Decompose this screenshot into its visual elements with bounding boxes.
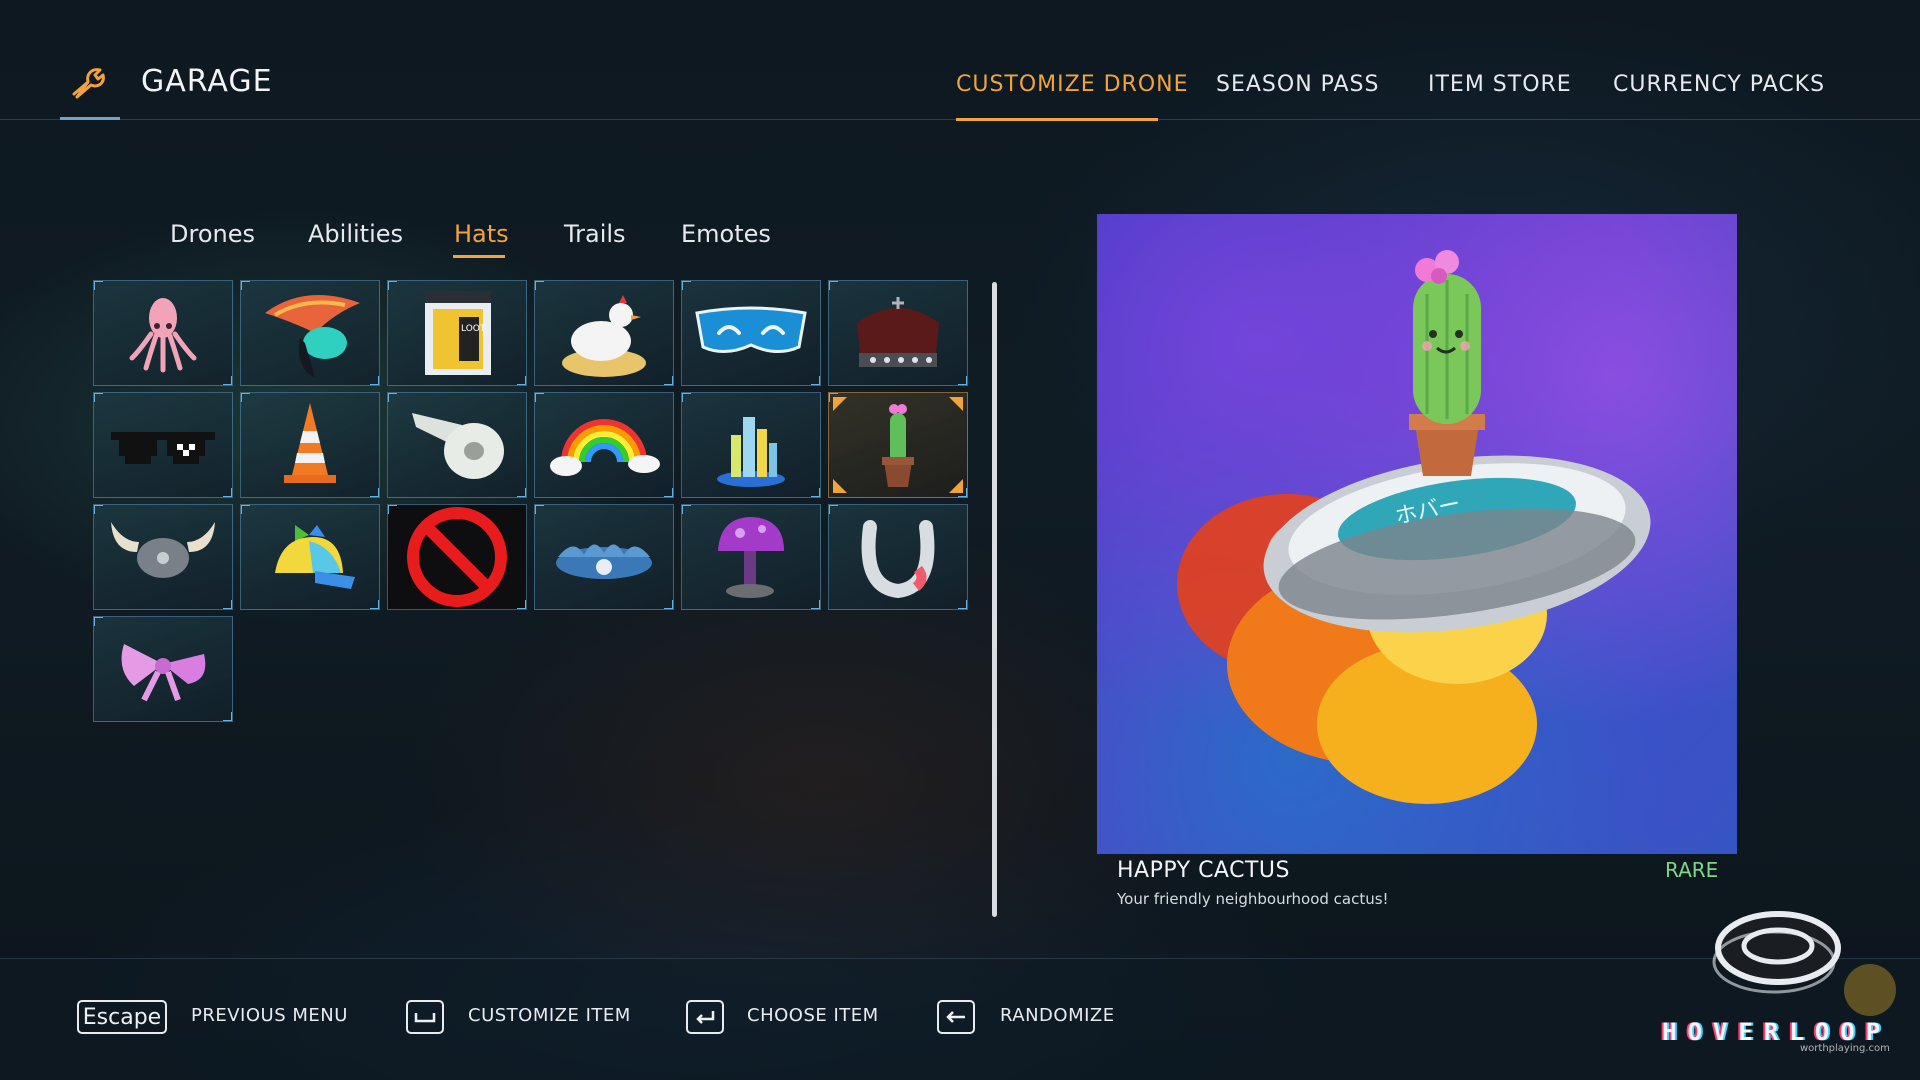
pink-bow-icon <box>121 644 206 702</box>
hat-item-horseshoe[interactable] <box>828 504 968 610</box>
space-key-icon <box>414 1013 436 1023</box>
top-bar: GARAGE CUSTOMIZE DRONE SEASON PASS ITEM … <box>0 0 1920 121</box>
none-icon <box>407 507 507 607</box>
rainbow-icon <box>550 419 660 476</box>
mushroom-icon <box>718 517 784 598</box>
selection-corner <box>949 397 963 411</box>
hat-item-loot-box[interactable]: LOOT <box>387 280 527 386</box>
hat-item-mohawk-helmet[interactable] <box>240 280 380 386</box>
watermark: worthplaying.com <box>1800 1043 1890 1054</box>
escape-key-label: Escape <box>82 1004 162 1030</box>
visor-icon <box>695 306 807 353</box>
hat-item-toilet-paper[interactable] <box>387 392 527 498</box>
enter-key[interactable] <box>686 1000 724 1034</box>
propeller-cap-icon <box>275 525 355 589</box>
hat-item-chicken-nest[interactable] <box>534 280 674 386</box>
happy-cactus <box>1413 250 1481 424</box>
hat-item-rainbow[interactable] <box>534 392 674 498</box>
svg-text:LOOT: LOOT <box>461 324 486 334</box>
space-key[interactable] <box>406 1000 444 1034</box>
customize-item-label[interactable]: CUSTOMIZE ITEM <box>468 1005 631 1026</box>
hat-item-squid[interactable] <box>93 280 233 386</box>
hat-item-visor[interactable] <box>681 280 821 386</box>
hat-item-propeller-cap[interactable] <box>240 504 380 610</box>
cactus-pot-icon <box>882 404 914 487</box>
traffic-cone-icon <box>284 403 336 483</box>
active-tab-indicator <box>956 118 1158 121</box>
mohawk-helmet-icon <box>265 295 360 378</box>
city-skyline-icon <box>717 417 785 487</box>
hat-item-city-skyline[interactable] <box>681 392 821 498</box>
selection-corner <box>833 397 847 411</box>
tab-currency-packs[interactable]: CURRENCY PACKS <box>1613 72 1825 97</box>
hat-item-shell-crown[interactable] <box>534 504 674 610</box>
selection-corner <box>949 479 963 493</box>
toilet-paper-icon <box>412 413 504 479</box>
hat-item-mushroom[interactable] <box>681 504 821 610</box>
chicken-nest-icon <box>562 295 646 377</box>
subtab-drones[interactable]: Drones <box>170 220 255 248</box>
happy-cactus-drone-preview: ホバー <box>1177 250 1651 804</box>
garage-icon-tab <box>60 54 120 120</box>
item-rarity: RARE <box>1665 858 1719 882</box>
previous-menu-label[interactable]: PREVIOUS MENU <box>191 1005 348 1026</box>
loot-box-icon: LOOT <box>425 291 491 375</box>
crown-icon <box>857 297 939 367</box>
hat-item-traffic-cone[interactable] <box>240 392 380 498</box>
tab-customize-drone[interactable]: CUSTOMIZE DRONE <box>956 72 1189 97</box>
hat-item-pixel-sunglasses[interactable] <box>93 392 233 498</box>
wrench-icon <box>72 68 105 99</box>
tab-item-store[interactable]: ITEM STORE <box>1428 72 1572 97</box>
subtab-emotes[interactable]: Emotes <box>681 220 771 248</box>
backspace-key-icon <box>946 1011 965 1023</box>
subtab-abilities[interactable]: Abilities <box>308 220 403 248</box>
squid-icon <box>129 298 197 373</box>
randomize-label[interactable]: RANDOMIZE <box>1000 1005 1115 1026</box>
grid-scrollbar[interactable] <box>992 282 997 917</box>
hat-item-crown[interactable] <box>828 280 968 386</box>
hat-item-happy-cactus[interactable] <box>828 392 968 498</box>
enter-key-icon <box>696 1011 715 1024</box>
backspace-key[interactable] <box>937 1000 975 1034</box>
item-name: HAPPY CACTUS <box>1117 858 1290 883</box>
item-preview: ホバー <box>1097 214 1737 854</box>
hat-item-none[interactable] <box>387 504 527 610</box>
hat-grid: LOOT <box>93 280 973 730</box>
pixel-sunglasses-icon <box>111 432 215 464</box>
subtab-trails[interactable]: Trails <box>564 220 626 248</box>
hat-item-viking-horns[interactable] <box>93 504 233 610</box>
selection-corner <box>833 479 847 493</box>
subtab-hats[interactable]: Hats <box>454 220 509 248</box>
active-subtab-indicator <box>453 255 505 258</box>
escape-key[interactable]: Escape <box>77 1000 167 1034</box>
hoverloop-wordmark: HOVERLOOP <box>1662 1018 1892 1046</box>
item-description: Your friendly neighbourhood cactus! <box>1117 890 1389 908</box>
hat-item-pink-bow[interactable] <box>93 616 233 722</box>
viking-horns-icon <box>111 522 215 578</box>
shell-crown-icon <box>556 544 652 579</box>
choose-item-label[interactable]: CHOOSE ITEM <box>747 1005 879 1026</box>
page-title: GARAGE <box>141 64 273 99</box>
tab-season-pass[interactable]: SEASON PASS <box>1216 72 1380 97</box>
horseshoe-icon <box>861 520 935 599</box>
